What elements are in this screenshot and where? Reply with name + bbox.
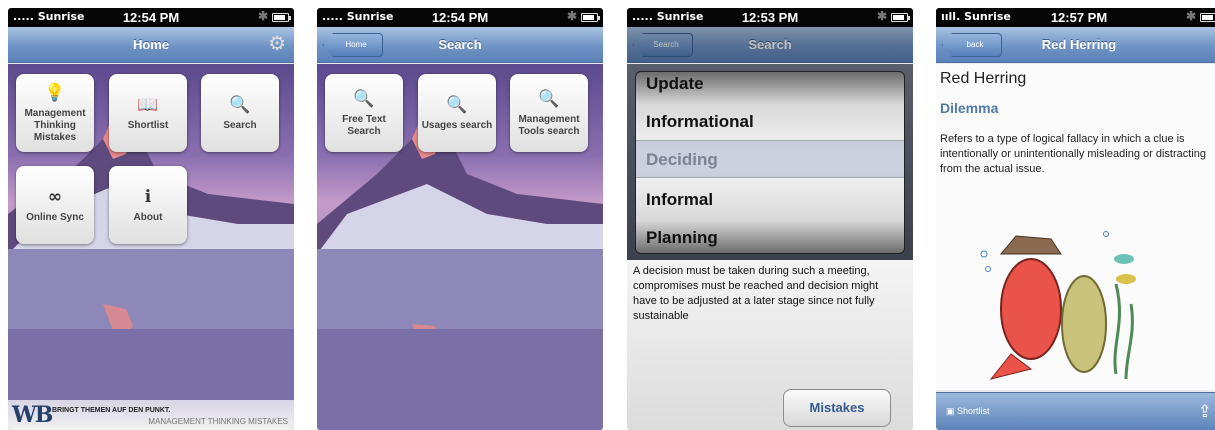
mistakes-button[interactable]: Mistakes <box>783 389 891 427</box>
tile-online-sync[interactable]: ∞ Online Sync <box>16 166 94 244</box>
page-title: Red Herring <box>1041 37 1117 52</box>
battery-icon <box>1200 13 1215 22</box>
tile-usages-search[interactable]: 🔍 Usages search <box>418 74 496 152</box>
search-icon: 🔍 <box>446 95 468 115</box>
gear-icon[interactable]: ⚙ <box>268 34 286 54</box>
meeting-description: A decision must be taken during such a m… <box>633 265 879 322</box>
slogan: BRINGT THEMEN AUF DEN PUNKT. <box>52 407 171 414</box>
home-screen: ..... Sunrise 12:54 PM ✱ Home ⚙ 💡 Manage… <box>8 8 294 430</box>
infinity-icon: ∞ <box>47 187 63 207</box>
tile-management-tools-search[interactable]: 🔍 Management Tools search <box>510 74 588 152</box>
picker-option[interactable]: Update <box>646 74 704 94</box>
clock: 12:54 PM <box>122 10 180 25</box>
status-bar: ..... Sunrise 12:54 PM ✱ <box>8 8 294 27</box>
search-icon: 🔍 <box>538 89 560 109</box>
tile-label: Management Tools search <box>518 114 580 137</box>
footer-subtitle: MANAGEMENT THINKING MISTAKES <box>148 417 288 426</box>
tile-label: Shortlist <box>127 120 169 131</box>
item-category: Dilemma <box>940 100 999 116</box>
lightbulb-icon: 💡 <box>44 83 66 103</box>
info-icon: ℹ <box>144 187 152 207</box>
nav-bar: back Red Herring <box>936 27 1215 63</box>
wb-logo: WB <box>12 402 53 428</box>
status-bar: ..... Sunrise 12:54 PM ✱ <box>317 8 603 27</box>
mountain-background: 💡 Management Thinking Mistakes 📖 Shortli… <box>8 64 294 430</box>
tile-label: Usages search <box>421 120 493 131</box>
battery-icon <box>272 13 291 22</box>
picker-frame: Update Informational Deciding Informal P… <box>627 64 913 260</box>
picker-option[interactable]: Informational <box>646 112 754 132</box>
tile-label: About <box>133 212 163 223</box>
picker-option[interactable]: Informal <box>646 190 713 210</box>
picker-option[interactable]: Planning <box>646 228 718 248</box>
battery-icon <box>581 13 600 22</box>
tile-management-thinking-mistakes[interactable]: 💡 Management Thinking Mistakes <box>16 74 94 152</box>
tile-label: Free Text Search <box>342 114 386 137</box>
page-title: Search <box>438 37 482 52</box>
page-title: Search <box>748 37 792 52</box>
share-icon[interactable]: ⇪ <box>1198 402 1212 422</box>
clock: 12:57 PM <box>1050 10 1108 25</box>
clock: 12:54 PM <box>431 10 489 25</box>
shortlist-icon: ▣ <box>946 406 958 416</box>
mountain-background: 🔍 Free Text Search 🔍 Usages search 🔍 Man… <box>317 64 603 430</box>
picker-option-selected[interactable]: Deciding <box>646 150 718 170</box>
tile-label: Search <box>223 120 257 131</box>
clock: 12:53 PM <box>741 10 799 25</box>
bottom-toolbar: ▣ Shortlist ⇪ <box>936 392 1215 430</box>
meeting-type-picker[interactable]: Update Informational Deciding Informal P… <box>635 71 905 254</box>
bluetooth-icon: ✱ <box>876 9 887 23</box>
bluetooth-icon: ✱ <box>257 9 268 23</box>
tile-label: Management Thinking Mistakes <box>24 108 86 143</box>
item-heading: Red Herring <box>940 70 1027 87</box>
nav-bar: Home Search <box>317 27 603 63</box>
status-bar: ..... Sunrise 12:53 PM ✱ <box>627 8 913 27</box>
bluetooth-icon: ✱ <box>566 9 577 23</box>
shortlist-button[interactable]: ▣ Shortlist <box>946 406 990 417</box>
tile-about[interactable]: ℹ About <box>109 166 187 244</box>
nav-bar: Home ⚙ <box>8 27 294 63</box>
status-bar: ııll. Sunrise 12:57 PM ✱ <box>936 8 1215 27</box>
tile-shortlist[interactable]: 📖 Shortlist <box>109 74 187 152</box>
tile-label: Online Sync <box>26 212 84 223</box>
tile-free-text-search[interactable]: 🔍 Free Text Search <box>325 74 403 152</box>
tile-search[interactable]: 🔍 Search <box>201 74 279 152</box>
nav-bar: Search Search <box>627 27 913 63</box>
battery-icon <box>891 13 910 22</box>
search-icon: 🔍 <box>353 89 375 109</box>
search-icon: 🔍 <box>229 95 251 115</box>
shortlist-label: Shortlist <box>957 406 990 416</box>
bluetooth-icon: ✱ <box>1185 9 1196 23</box>
item-description: Refers to a type of logical fallacy in w… <box>940 133 1206 175</box>
footer-banner: WB BRINGT THEMEN AUF DEN PUNKT. MANAGEME… <box>8 400 294 430</box>
red-herring-illustration <box>980 231 1136 380</box>
book-icon: 📖 <box>137 95 159 115</box>
meeting-type-screen: ..... Sunrise 12:53 PM ✱ Search Search U… <box>627 8 913 430</box>
page-title: Home <box>132 37 170 52</box>
detail-screen: ııll. Sunrise 12:57 PM ✱ back Red Herrin… <box>936 8 1215 430</box>
search-screen: ..... Sunrise 12:54 PM ✱ Home Search 🔍 F… <box>317 8 603 430</box>
